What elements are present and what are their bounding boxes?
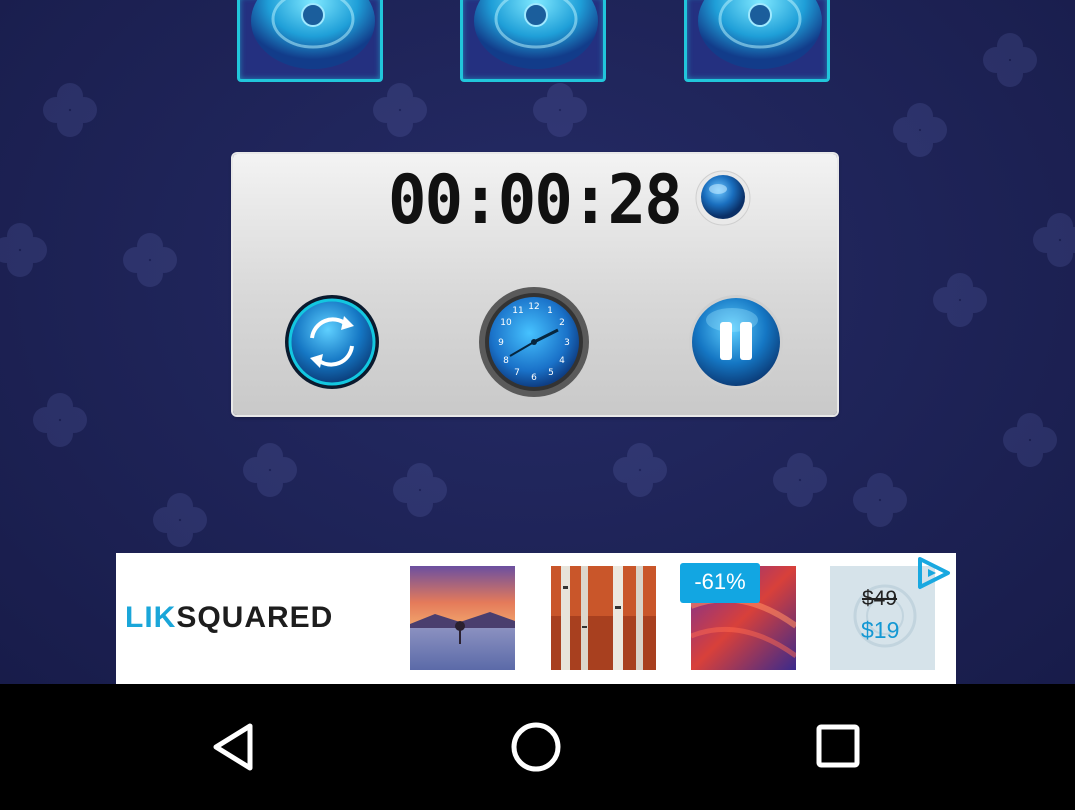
fan-tile-1[interactable] <box>237 0 383 82</box>
app-screen: 00:00:28 12 1 2 3 4 5 6 7 8 9 10 11 LIKS… <box>0 0 1075 684</box>
clock-button[interactable]: 12 12 3 45 6 78 9 1011 <box>478 286 590 398</box>
svg-text:1: 1 <box>547 306 553 316</box>
svg-text:2: 2 <box>559 318 565 328</box>
navigation-bar <box>0 684 1075 810</box>
svg-text:5: 5 <box>548 368 554 378</box>
adchoices-icon[interactable] <box>914 555 954 591</box>
price-old: $49 <box>862 587 898 610</box>
back-button[interactable] <box>206 720 260 774</box>
svg-text:12: 12 <box>528 302 539 312</box>
recents-icon <box>816 724 860 768</box>
discount-badge: -61% <box>680 563 760 603</box>
ad-thumbnail-forest[interactable] <box>551 566 656 670</box>
svg-text:6: 6 <box>531 373 537 383</box>
svg-text:10: 10 <box>500 318 512 328</box>
back-icon <box>213 723 253 771</box>
svg-text:8: 8 <box>503 356 509 366</box>
svg-text:9: 9 <box>498 338 504 348</box>
reset-button[interactable] <box>284 294 380 390</box>
svg-text:4: 4 <box>559 356 565 366</box>
ad-logo[interactable]: LIKSQUARED <box>125 601 333 635</box>
svg-text:3: 3 <box>564 338 570 348</box>
ad-banner[interactable]: LIKSQUARED -61% $49 $19 <box>116 553 956 684</box>
fan-icon <box>251 0 375 69</box>
home-icon <box>511 722 561 772</box>
fan-icon <box>474 0 598 69</box>
recents-button[interactable] <box>814 722 864 772</box>
fan-icon <box>698 0 822 69</box>
fan-tile-2[interactable] <box>460 0 606 82</box>
svg-text:11: 11 <box>512 306 523 316</box>
timer-display: 00:00:28 <box>388 161 683 240</box>
svg-text:7: 7 <box>514 368 520 378</box>
fan-tile-3[interactable] <box>684 0 830 82</box>
ad-thumbnail-lake[interactable] <box>410 566 515 670</box>
price-new: $19 <box>861 617 900 643</box>
home-button[interactable] <box>508 720 564 776</box>
pause-button[interactable] <box>688 294 784 390</box>
status-led-icon <box>695 170 751 226</box>
